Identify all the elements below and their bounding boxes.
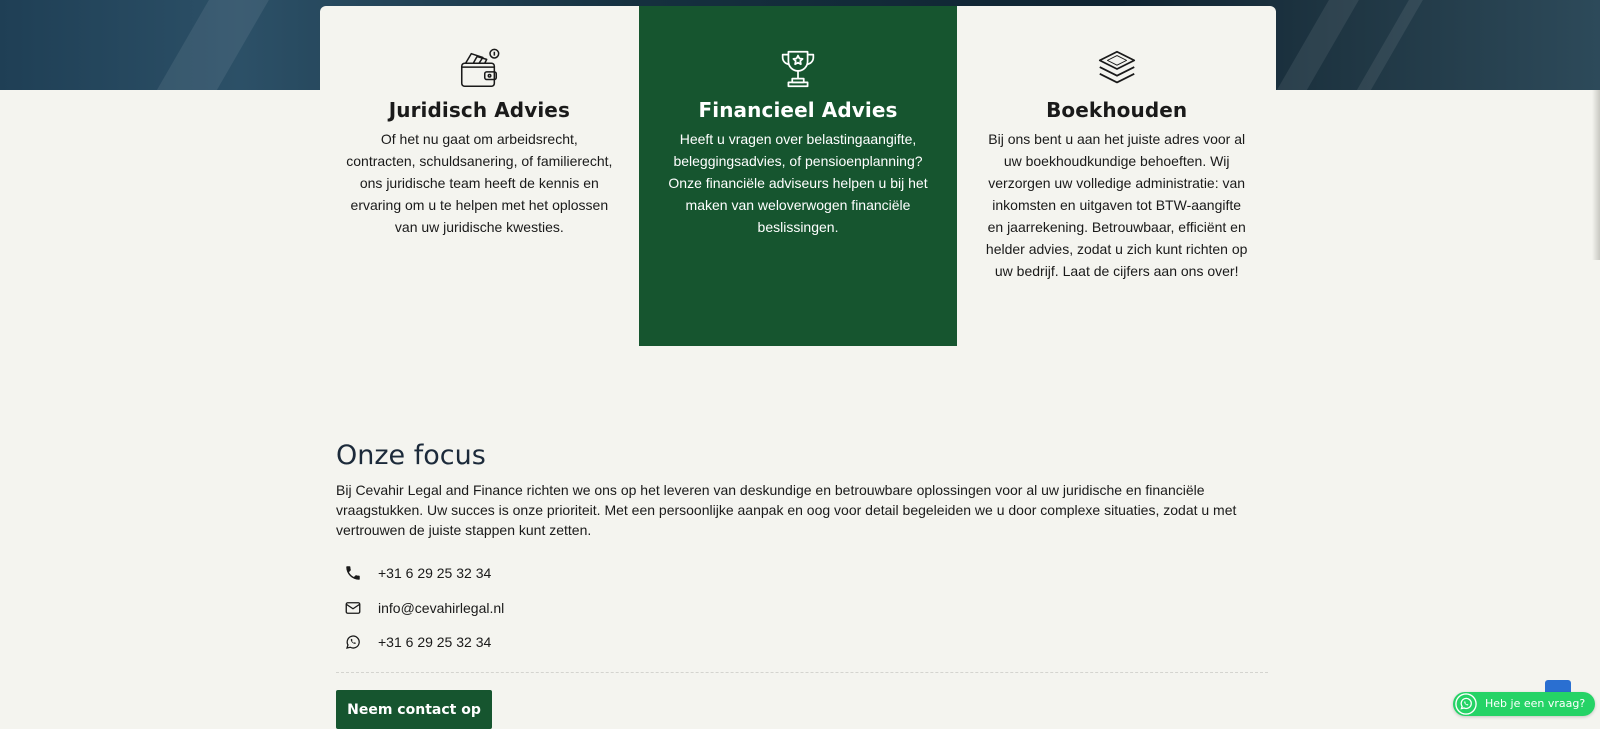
- section-divider: [336, 671, 1268, 673]
- layers-icon: [1098, 50, 1135, 84]
- contact-whatsapp-value: +31 6 29 25 32 34: [378, 634, 492, 651]
- whatsapp-icon: [346, 635, 360, 650]
- focus-description: Bij Cevahir Legal and Finance richten we…: [336, 482, 1237, 538]
- whatsapp-icon: [1455, 693, 1477, 715]
- service-card-financieel: Financieel Advies Heeft u vragen over be…: [638, 6, 958, 346]
- contact-button[interactable]: Neem contact op: [336, 690, 492, 729]
- service-description: Bij ons bent u aan het juiste adres voor…: [985, 131, 1248, 279]
- service-description: Heeft u vragen over belastingaangifte, b…: [668, 131, 928, 235]
- whatsapp-widget-label: Heb je een vraag?: [1485, 697, 1586, 710]
- contact-email[interactable]: info@cevahirlegal.nl: [344, 591, 1268, 626]
- service-description: Of het nu gaat om arbeidsrecht, contract…: [346, 131, 613, 235]
- contact-email-value: info@cevahirlegal.nl: [378, 599, 505, 616]
- contact-list: +31 6 29 25 32 34 info@cevahirlegal.nl +…: [344, 556, 1268, 660]
- contact-phone-value: +31 6 29 25 32 34: [378, 565, 492, 582]
- phone-icon: [346, 566, 360, 580]
- focus-section: Onze focus Bij Cevahir Legal and Finance…: [336, 440, 1268, 673]
- wallet-money-icon: [461, 48, 500, 88]
- services-cards: Juridisch Advies Of het nu gaat om arbei…: [320, 6, 1277, 346]
- focus-title: Onze focus: [336, 440, 486, 471]
- service-title: Boekhouden: [1046, 98, 1188, 122]
- service-card-boekhouden: Boekhouden Bij ons bent u aan het juiste…: [957, 6, 1277, 346]
- contact-whatsapp[interactable]: +31 6 29 25 32 34: [344, 625, 1268, 660]
- trophy-icon: [781, 50, 815, 88]
- page-edge-shadow: [1592, 90, 1600, 260]
- service-card-juridisch: Juridisch Advies Of het nu gaat om arbei…: [320, 6, 639, 346]
- whatsapp-chat-widget[interactable]: Heb je een vraag?: [1453, 692, 1596, 716]
- service-title: Juridisch Advies: [388, 98, 570, 122]
- envelope-icon: [345, 601, 361, 614]
- contact-phone[interactable]: +31 6 29 25 32 34: [344, 556, 1268, 591]
- service-title: Financieel Advies: [698, 98, 898, 122]
